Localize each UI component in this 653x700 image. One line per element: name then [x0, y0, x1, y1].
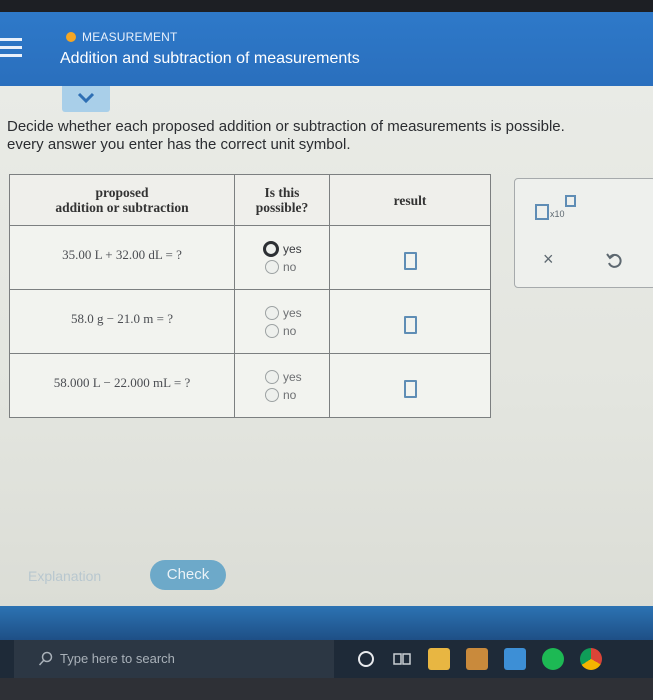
- topic-dot-icon: [66, 32, 76, 42]
- choice-cell: yes no: [234, 353, 330, 418]
- taskbar-search[interactable]: Type here to search: [14, 640, 334, 678]
- expression-text: 35.00 L + 32.00 dL = ?: [62, 247, 182, 262]
- radio-no[interactable]: no: [265, 322, 329, 340]
- exponent-label: x10: [550, 209, 565, 219]
- answer-input[interactable]: [403, 316, 417, 334]
- table-header-row: proposed addition or subtraction Is this…: [9, 174, 491, 226]
- expression-cell: 58.000 L − 22.000 mL = ?: [9, 353, 235, 418]
- cortana-icon[interactable]: [356, 649, 376, 669]
- table-row: 58.0 g − 21.0 m = ? yes no: [9, 289, 491, 354]
- radio-yes[interactable]: yes: [263, 240, 329, 258]
- page-title: Addition and subtraction of measurements: [60, 50, 360, 67]
- undo-button[interactable]: [605, 251, 623, 274]
- radio-icon[interactable]: [265, 324, 279, 338]
- exponent-icon: x10: [535, 195, 576, 220]
- chevron-down-icon: [77, 92, 95, 104]
- taskbar: Type here to search: [0, 640, 653, 678]
- choice-cell: yes no: [234, 225, 330, 290]
- expression-text: 58.000 L − 22.000 mL = ?: [53, 375, 191, 390]
- radio-icon[interactable]: [265, 370, 279, 384]
- answer-input[interactable]: [403, 252, 417, 270]
- radio-yes[interactable]: yes: [265, 304, 329, 322]
- undo-icon: [606, 253, 622, 268]
- monitor-bezel: [0, 678, 653, 700]
- menu-icon[interactable]: [0, 38, 22, 62]
- store-icon[interactable]: [466, 648, 488, 670]
- screen: MEASUREMENT Addition and subtraction of …: [0, 0, 653, 700]
- math-tools-panel: x10 ×: [514, 178, 653, 288]
- table-row: 58.000 L − 22.000 mL = ? yes no: [9, 353, 491, 418]
- clear-button[interactable]: ×: [543, 249, 554, 270]
- header-possible: Is this possible?: [234, 174, 330, 226]
- task-view-icon[interactable]: [392, 649, 412, 669]
- table-row: 35.00 L + 32.00 dL = ? yes no: [9, 225, 491, 290]
- result-cell: [329, 289, 491, 354]
- header-proposed: proposed addition or subtraction: [9, 174, 235, 226]
- mail-icon[interactable]: [504, 648, 526, 670]
- radio-icon[interactable]: [265, 306, 279, 320]
- expression-cell: 35.00 L + 32.00 dL = ?: [9, 225, 235, 290]
- topic-text: MEASUREMENT: [82, 30, 178, 44]
- radio-icon[interactable]: [265, 388, 279, 402]
- choice-cell: yes no: [234, 289, 330, 354]
- question-table: proposed addition or subtraction Is this…: [9, 174, 491, 418]
- expression-text: 58.0 g − 21.0 m = ?: [70, 311, 174, 326]
- radio-no[interactable]: no: [265, 386, 329, 404]
- topic-label: MEASUREMENT: [66, 30, 178, 44]
- radio-yes[interactable]: yes: [265, 368, 329, 386]
- bottom-band: [0, 606, 653, 640]
- spotify-icon[interactable]: [542, 648, 564, 670]
- radio-no[interactable]: no: [265, 258, 329, 276]
- explanation-button[interactable]: Explanation: [28, 568, 101, 584]
- instruction-line-2: every answer you enter has the correct u…: [7, 136, 351, 153]
- radio-icon[interactable]: [265, 260, 279, 274]
- header-result: result: [329, 174, 491, 226]
- search-placeholder: Type here to search: [60, 651, 175, 666]
- exponent-button[interactable]: x10: [535, 195, 581, 228]
- check-button[interactable]: Check: [150, 560, 226, 590]
- header-bar: MEASUREMENT Addition and subtraction of …: [0, 12, 653, 86]
- taskbar-icons: [356, 648, 602, 670]
- radio-icon[interactable]: [263, 241, 279, 257]
- search-icon: [38, 651, 53, 666]
- expression-cell: 58.0 g − 21.0 m = ?: [9, 289, 235, 354]
- result-cell: [329, 225, 491, 290]
- explorer-icon[interactable]: [428, 648, 450, 670]
- answer-input[interactable]: [403, 380, 417, 398]
- top-bezel: [0, 0, 653, 12]
- instructions: Decide whether each proposed addition or…: [7, 118, 653, 154]
- result-cell: [329, 353, 491, 418]
- chrome-icon[interactable]: [580, 648, 602, 670]
- collapse-toggle[interactable]: [62, 86, 110, 112]
- main-content: Decide whether each proposed addition or…: [0, 86, 653, 606]
- instruction-line-1: Decide whether each proposed addition or…: [7, 118, 565, 135]
